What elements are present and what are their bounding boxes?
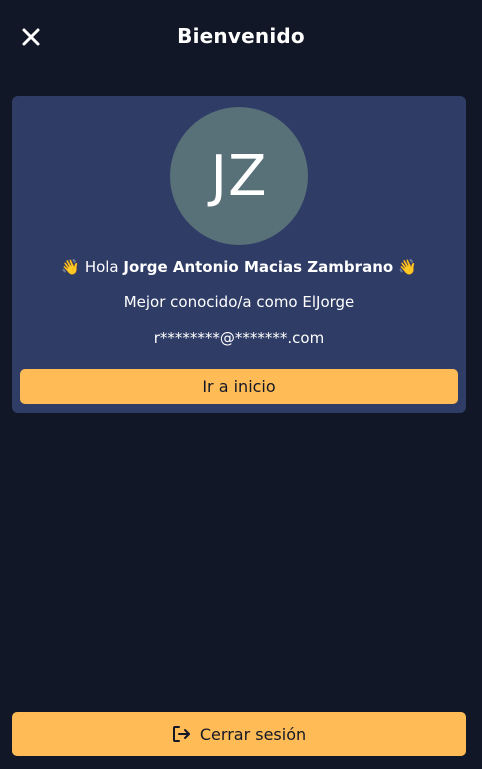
- logout-label: Cerrar sesión: [199, 724, 307, 744]
- user-full-name: Jorge Antonio Macias Zambrano: [123, 258, 394, 276]
- page-title: Bienvenido: [177, 24, 305, 48]
- greeting-prefix: Hola: [84, 258, 119, 276]
- avatar: JZ: [170, 107, 308, 245]
- header-bar: Bienvenido: [0, 0, 482, 72]
- wave-emoji-right: 👋: [397, 258, 417, 276]
- sign-out-icon: [172, 725, 192, 743]
- go-home-button[interactable]: Ir a inicio: [20, 369, 458, 404]
- masked-email: r********@*******.com: [153, 329, 325, 347]
- wave-emoji-left: 👋: [61, 258, 81, 276]
- nickname-text: Mejor conocido/a como ElJorge: [123, 293, 355, 311]
- logout-button[interactable]: Cerrar sesión: [12, 712, 466, 756]
- profile-card: JZ 👋 Hola Jorge Antonio Macias Zambrano …: [12, 96, 466, 413]
- greeting-line: 👋 Hola Jorge Antonio Macias Zambrano 👋: [12, 258, 466, 276]
- go-home-label: Ir a inicio: [202, 377, 276, 396]
